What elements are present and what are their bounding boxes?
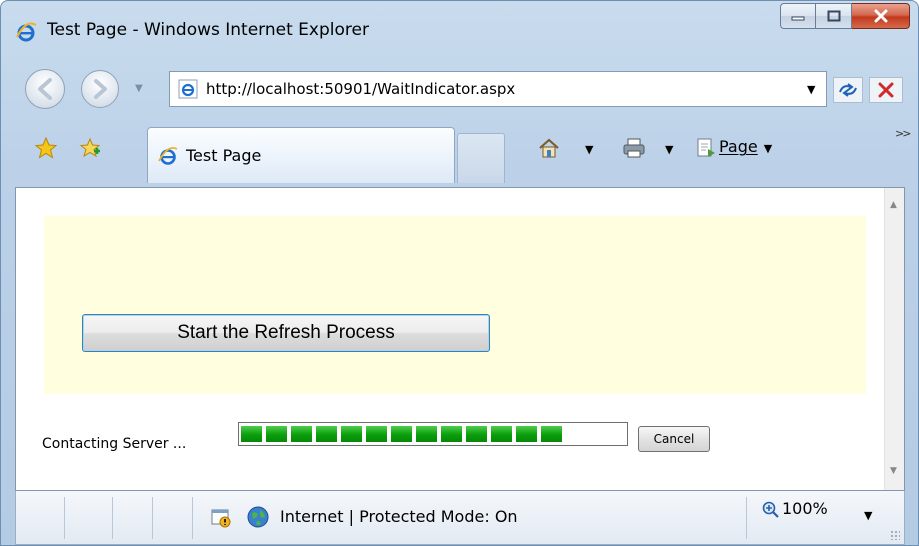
resize-grip[interactable] <box>890 530 900 540</box>
progress-segment <box>516 426 537 442</box>
title-bar[interactable]: Test Page - Windows Internet Explorer <box>1 1 918 57</box>
progress-fill <box>241 426 625 442</box>
progress-segment <box>416 426 437 442</box>
page-viewport: Start the Refresh Process Contacting Ser… <box>15 187 905 491</box>
security-zone-text[interactable]: Internet | Protected Mode: On <box>280 507 518 526</box>
tab-ie-icon <box>158 146 178 165</box>
tab-test-page[interactable]: Test Page <box>147 127 455 183</box>
home-icon[interactable] <box>537 137 561 159</box>
stop-icon <box>878 82 894 98</box>
vertical-scrollbar[interactable]: ▲ ▼ <box>884 188 904 490</box>
forward-button[interactable] <box>81 70 119 108</box>
scroll-up-icon[interactable]: ▲ <box>890 200 897 210</box>
progress-bar <box>238 422 628 446</box>
new-tab-button[interactable] <box>457 133 505 183</box>
progress-segment <box>541 426 562 442</box>
cancel-button[interactable]: Cancel <box>638 426 710 452</box>
progress-segment <box>341 426 362 442</box>
url-text[interactable]: http://localhost:50901/WaitIndicator.asp… <box>206 80 515 98</box>
favorites-star-icon[interactable] <box>35 137 57 159</box>
minimize-icon <box>791 16 805 21</box>
page-menu[interactable]: Page ▼ <box>719 137 772 156</box>
status-separator <box>64 497 65 539</box>
status-separator <box>192 497 193 539</box>
status-separator <box>112 497 113 539</box>
recent-pages-dropdown[interactable]: ▼ <box>135 83 143 94</box>
close-icon <box>874 9 887 23</box>
print-dropdown[interactable]: ▼ <box>665 143 673 156</box>
progress-segment <box>466 426 487 442</box>
progress-segment <box>241 426 262 442</box>
address-row: ▼ http://localhost:50901/WaitIndicator.a… <box>1 57 918 119</box>
zoom-level[interactable]: 100% <box>782 499 828 518</box>
maximize-button[interactable] <box>816 3 852 29</box>
refresh-icon <box>839 83 857 97</box>
zoom-icon[interactable] <box>762 501 780 519</box>
status-separator <box>746 497 747 539</box>
arrow-right-icon <box>94 79 107 99</box>
status-separator <box>152 497 153 539</box>
window-title: Test Page - Windows Internet Explorer <box>47 20 369 40</box>
close-button[interactable] <box>852 3 910 29</box>
page-ie-icon <box>178 79 198 99</box>
caption-buttons <box>780 3 910 31</box>
status-text: Contacting Server ... <box>42 436 187 452</box>
print-icon[interactable] <box>621 137 647 159</box>
progress-segment <box>316 426 337 442</box>
home-dropdown[interactable]: ▼ <box>585 143 593 156</box>
add-favorites-icon[interactable] <box>79 137 101 159</box>
address-dropdown[interactable]: ▼ <box>807 83 815 96</box>
stop-button[interactable] <box>869 77 903 103</box>
status-bar: Internet | Protected Mode: On 100% ▼ <box>15 491 905 545</box>
progress-segment <box>391 426 412 442</box>
progress-segment <box>266 426 287 442</box>
maximize-icon <box>827 10 840 22</box>
update-panel: Start the Refresh Process <box>44 216 866 394</box>
tab-row: Test Page ▼ ▼ Page ▼ >> <box>1 119 918 187</box>
progress-segment <box>291 426 312 442</box>
browser-window: Test Page - Windows Internet Explorer ▼ <box>0 0 919 546</box>
back-button[interactable] <box>25 69 65 109</box>
page-icon <box>697 138 715 157</box>
progress-segment <box>491 426 512 442</box>
chevron-down-icon: ▼ <box>763 142 773 155</box>
refresh-button[interactable] <box>833 77 863 103</box>
scroll-down-icon[interactable]: ▼ <box>890 466 897 476</box>
arrow-left-icon <box>38 78 52 100</box>
zoom-dropdown[interactable]: ▼ <box>864 509 872 522</box>
internet-explorer-icon <box>16 22 37 42</box>
more-commands-icon[interactable]: >> <box>895 127 912 140</box>
start-refresh-button[interactable]: Start the Refresh Process <box>82 314 490 352</box>
tab-label: Test Page <box>186 146 262 165</box>
progress-segment <box>441 426 462 442</box>
security-warning-icon[interactable] <box>210 507 232 529</box>
progress-segment <box>366 426 387 442</box>
globe-icon <box>247 506 269 528</box>
page-menu-label: Page <box>719 137 758 156</box>
minimize-button[interactable] <box>780 3 816 29</box>
address-field[interactable]: http://localhost:50901/WaitIndicator.asp… <box>169 71 827 107</box>
